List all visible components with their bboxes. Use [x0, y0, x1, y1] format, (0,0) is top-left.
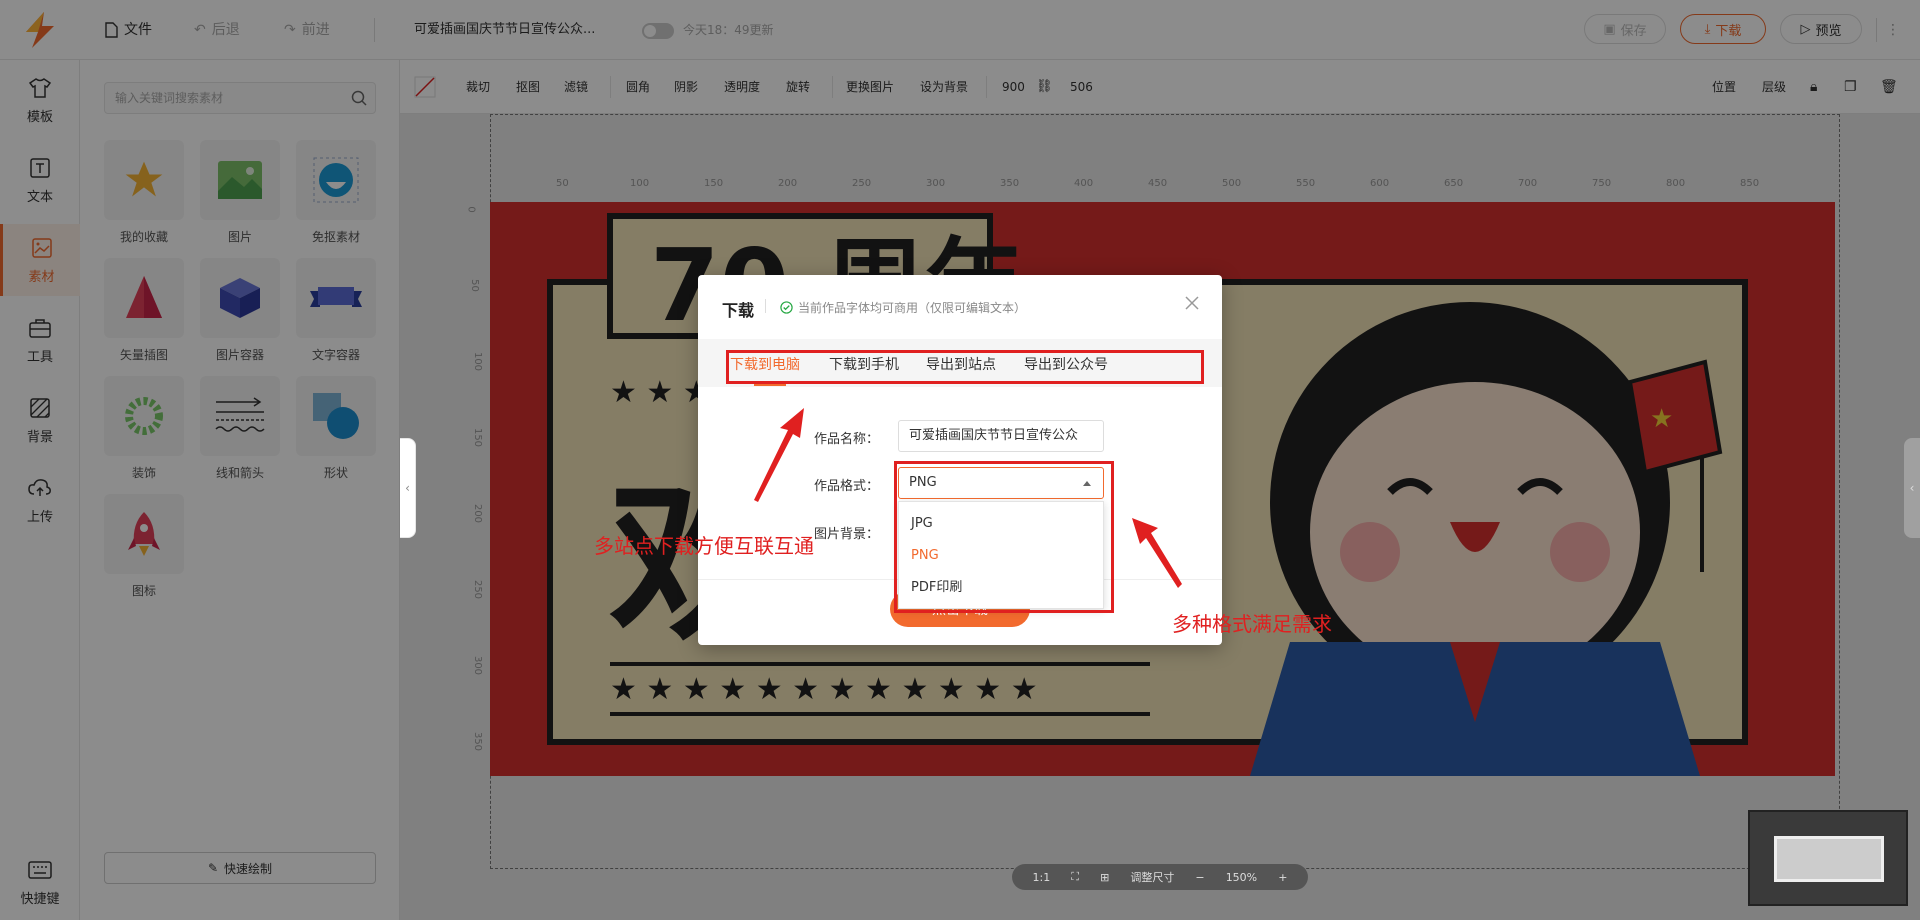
panel-collapse-handle[interactable]: ‹	[400, 438, 416, 538]
annotation-multi-site: 多站点下载方便互联互通	[594, 534, 814, 558]
right-arrow-icon	[1132, 518, 1182, 588]
annotation-multi-format: 多种格式满足需求	[1172, 612, 1332, 636]
work-format-label: 作品格式：	[814, 479, 880, 494]
tabs-highlight-box	[726, 350, 1204, 384]
left-arrow-icon	[754, 408, 804, 502]
minimap[interactable]	[1748, 810, 1908, 906]
fit-screen-icon[interactable]: ⛶	[1071, 870, 1079, 884]
zoom-level[interactable]: 150%	[1226, 871, 1257, 884]
check-circle-icon	[780, 301, 793, 314]
ruler-toggle-icon[interactable]: ⊞	[1100, 871, 1109, 884]
image-background-label: 图片背景：	[814, 527, 880, 542]
fit-size-button[interactable]: 调整尺寸	[1130, 869, 1174, 885]
zoom-out-icon[interactable]: −	[1195, 871, 1204, 884]
zoom-bar: 1:1 ⛶ ⊞ 调整尺寸 − 150% +	[1012, 864, 1308, 890]
chevron-left-icon: ‹	[1909, 481, 1915, 495]
actual-size-button[interactable]: 1:1	[1033, 871, 1051, 884]
dialog-title: 下载	[722, 301, 755, 320]
font-license-note: 当前作品字体均可商用（仅限可编辑文本）	[780, 299, 1026, 316]
chevron-left-icon: ‹	[405, 481, 410, 495]
work-name-input[interactable]: 可爱插画国庆节节日宣传公众	[898, 420, 1104, 452]
divider	[765, 299, 766, 313]
close-icon[interactable]	[1184, 295, 1200, 311]
format-highlight-box	[894, 461, 1114, 613]
right-panel-handle[interactable]: ‹	[1904, 438, 1920, 538]
zoom-in-icon[interactable]: +	[1278, 871, 1287, 884]
minimap-viewport[interactable]	[1774, 836, 1884, 882]
work-name-label: 作品名称：	[814, 432, 880, 447]
font-license-text: 当前作品字体均可商用（仅限可编辑文本）	[798, 301, 1027, 315]
